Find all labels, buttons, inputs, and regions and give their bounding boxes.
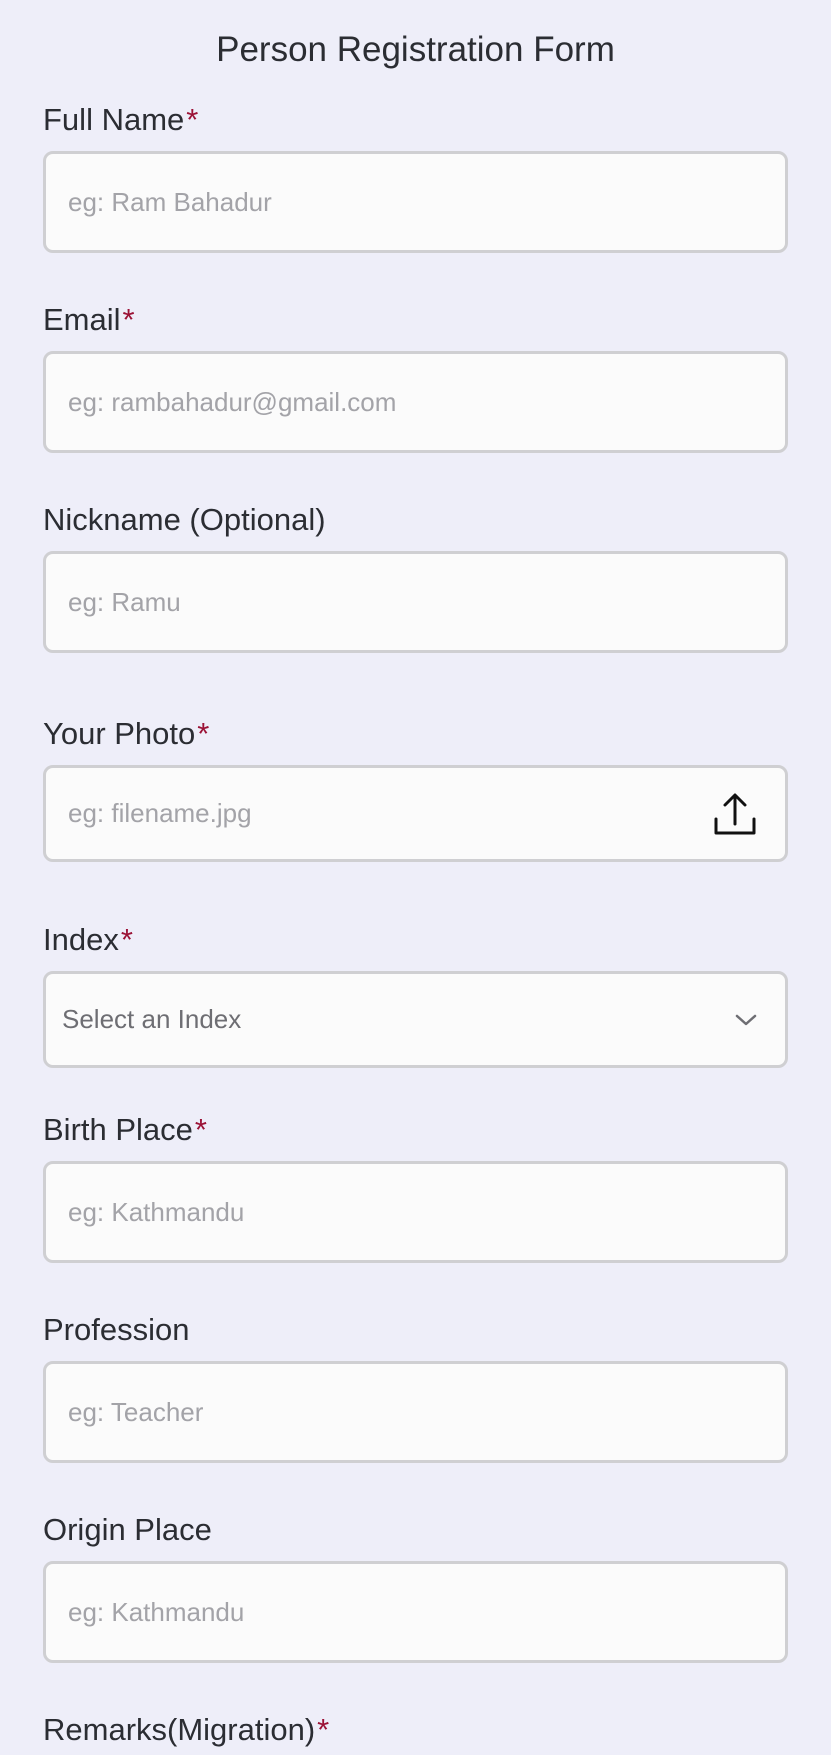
email-box[interactable] (43, 351, 788, 453)
required-marker: * (197, 716, 210, 751)
profession-label: Profession (43, 1310, 788, 1350)
form-title: Person Registration Form (216, 30, 615, 69)
profession-label-text: Profession (43, 1312, 190, 1347)
required-marker: * (317, 1712, 330, 1747)
email-field: Email* (43, 300, 788, 453)
nickname-field: Nickname (Optional) (43, 500, 788, 653)
index-select[interactable]: Select an Index (43, 971, 788, 1068)
profession-input[interactable] (68, 1396, 763, 1428)
required-marker: * (194, 1112, 207, 1147)
index-select-value: Select an Index (62, 1004, 242, 1034)
chevron-down-icon (731, 1005, 761, 1035)
remarks-label-text: Remarks(Migration) (43, 1712, 316, 1747)
full-name-box[interactable] (43, 151, 788, 253)
remarks-label: Remarks(Migration)* (43, 1710, 788, 1750)
index-label: Index* (43, 920, 788, 960)
origin-place-label: Origin Place (43, 1510, 788, 1550)
full-name-label: Full Name* (43, 100, 788, 140)
full-name-input[interactable] (68, 186, 763, 218)
birth-place-input[interactable] (68, 1196, 763, 1228)
birth-place-box[interactable] (43, 1161, 788, 1263)
full-name-label-text: Full Name (43, 102, 185, 137)
nickname-label-text: Nickname (Optional) (43, 502, 326, 537)
profession-box[interactable] (43, 1361, 788, 1463)
email-label: Email* (43, 300, 788, 340)
birth-place-label: Birth Place* (43, 1110, 788, 1150)
required-marker: * (186, 102, 199, 137)
photo-label: Your Photo* (43, 714, 788, 754)
nickname-box[interactable] (43, 551, 788, 653)
registration-page: Person Registration Form Full Name* Emai… (0, 0, 831, 1755)
index-field: Index* Select an Index (43, 920, 788, 1068)
origin-place-field: Origin Place (43, 1510, 788, 1663)
origin-place-box[interactable] (43, 1561, 788, 1663)
upload-icon[interactable] (711, 790, 759, 838)
email-label-text: Email (43, 302, 121, 337)
photo-box[interactable] (43, 765, 788, 862)
photo-label-text: Your Photo (43, 716, 196, 751)
birth-place-label-text: Birth Place (43, 1112, 193, 1147)
nickname-input[interactable] (68, 586, 763, 618)
required-marker: * (120, 922, 133, 957)
photo-input[interactable] (68, 798, 701, 829)
full-name-field: Full Name* (43, 100, 788, 253)
required-marker: * (122, 302, 135, 337)
origin-place-label-text: Origin Place (43, 1512, 212, 1547)
birth-place-field: Birth Place* (43, 1110, 788, 1263)
origin-place-input[interactable] (68, 1596, 763, 1628)
profession-field: Profession (43, 1310, 788, 1463)
nickname-label: Nickname (Optional) (43, 500, 788, 540)
photo-field: Your Photo* (43, 714, 788, 862)
email-input[interactable] (68, 386, 763, 418)
remarks-field: Remarks(Migration)* (43, 1710, 788, 1750)
index-label-text: Index (43, 922, 119, 957)
